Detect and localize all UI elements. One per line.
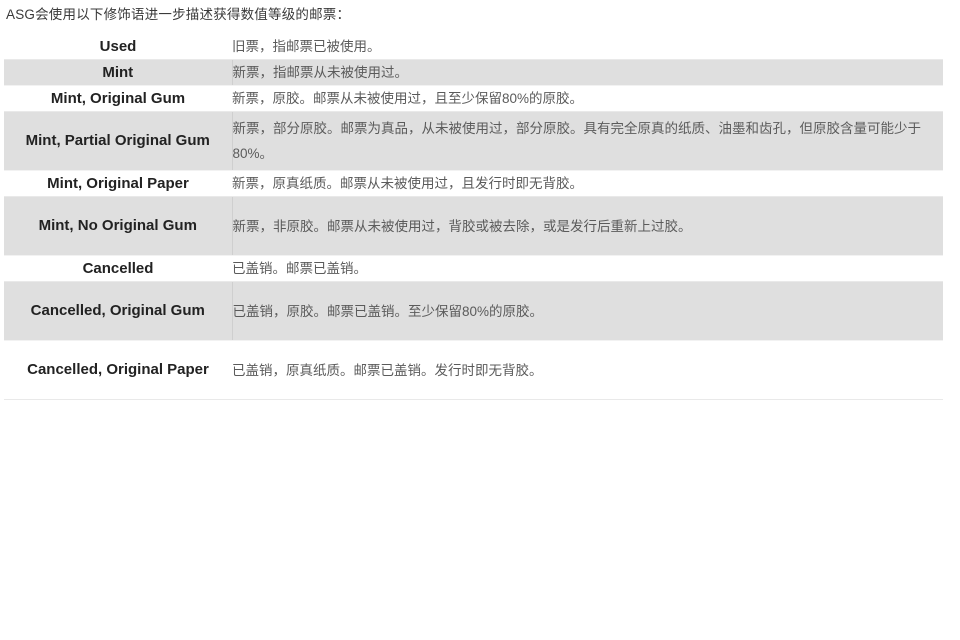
- table-row: Mint 新票，指邮票从未被使用过。: [4, 59, 943, 86]
- term-cell: Used: [4, 34, 232, 60]
- term-cell: Mint, Original Gum: [4, 85, 232, 112]
- table-row: Used 旧票，指邮票已被使用。: [4, 34, 943, 60]
- page-intro-text: ASG会使用以下修饰语进一步描述获得数值等级的邮票：: [6, 7, 351, 22]
- term-cell: Cancelled: [4, 255, 232, 282]
- description-cell: 新票，原真纸质。邮票从未被使用过，且发行时即无背胶。: [232, 170, 943, 197]
- definitions-table: Used 旧票，指邮票已被使用。 Mint 新票，指邮票从未被使用过。 Mint…: [4, 34, 943, 400]
- table-row: Cancelled, Original Gum 已盖销，原胶。邮票已盖销。至少保…: [4, 281, 943, 341]
- definitions-table-body: Used 旧票，指邮票已被使用。 Mint 新票，指邮票从未被使用过。 Mint…: [4, 34, 943, 400]
- definitions-table-container: Used 旧票，指邮票已被使用。 Mint 新票，指邮票从未被使用过。 Mint…: [4, 34, 943, 400]
- term-cell: Mint: [4, 59, 233, 86]
- description-cell: 已盖销，原真纸质。邮票已盖销。发行时即无背胶。: [232, 340, 943, 400]
- table-row: Mint, Original Gum 新票，原胶。邮票从未被使用过，且至少保留8…: [4, 85, 943, 112]
- term-cell: Mint, Original Paper: [4, 170, 232, 197]
- term-cell: Cancelled, Original Gum: [4, 281, 233, 341]
- table-row: Mint, No Original Gum 新票，非原胶。邮票从未被使用过，背胶…: [4, 196, 943, 256]
- description-cell: 已盖销，原胶。邮票已盖销。至少保留80%的原胶。: [232, 281, 943, 341]
- term-cell: Mint, No Original Gum: [4, 196, 233, 256]
- table-row: Cancelled 已盖销。邮票已盖销。: [4, 255, 943, 282]
- term-cell: Mint, Partial Original Gum: [4, 111, 233, 171]
- page-root: ASG会使用以下修饰语进一步描述获得数值等级的邮票： Used 旧票，指邮票已被…: [0, 0, 960, 640]
- table-row: Mint, Partial Original Gum 新票，部分原胶。邮票为真品…: [4, 111, 943, 171]
- description-cell: 新票，非原胶。邮票从未被使用过，背胶或被去除，或是发行后重新上过胶。: [232, 196, 943, 256]
- table-row: Cancelled, Original Paper 已盖销，原真纸质。邮票已盖销…: [4, 340, 943, 400]
- description-cell: 新票，指邮票从未被使用过。: [232, 59, 943, 86]
- table-row: Mint, Original Paper 新票，原真纸质。邮票从未被使用过，且发…: [4, 170, 943, 197]
- term-cell: Cancelled, Original Paper: [4, 340, 232, 400]
- description-cell: 已盖销。邮票已盖销。: [232, 255, 943, 282]
- description-cell: 旧票，指邮票已被使用。: [232, 34, 943, 60]
- description-cell: 新票，原胶。邮票从未被使用过，且至少保留80%的原胶。: [232, 85, 943, 112]
- description-cell: 新票，部分原胶。邮票为真品，从未被使用过，部分原胶。具有完全原真的纸质、油墨和齿…: [232, 111, 943, 171]
